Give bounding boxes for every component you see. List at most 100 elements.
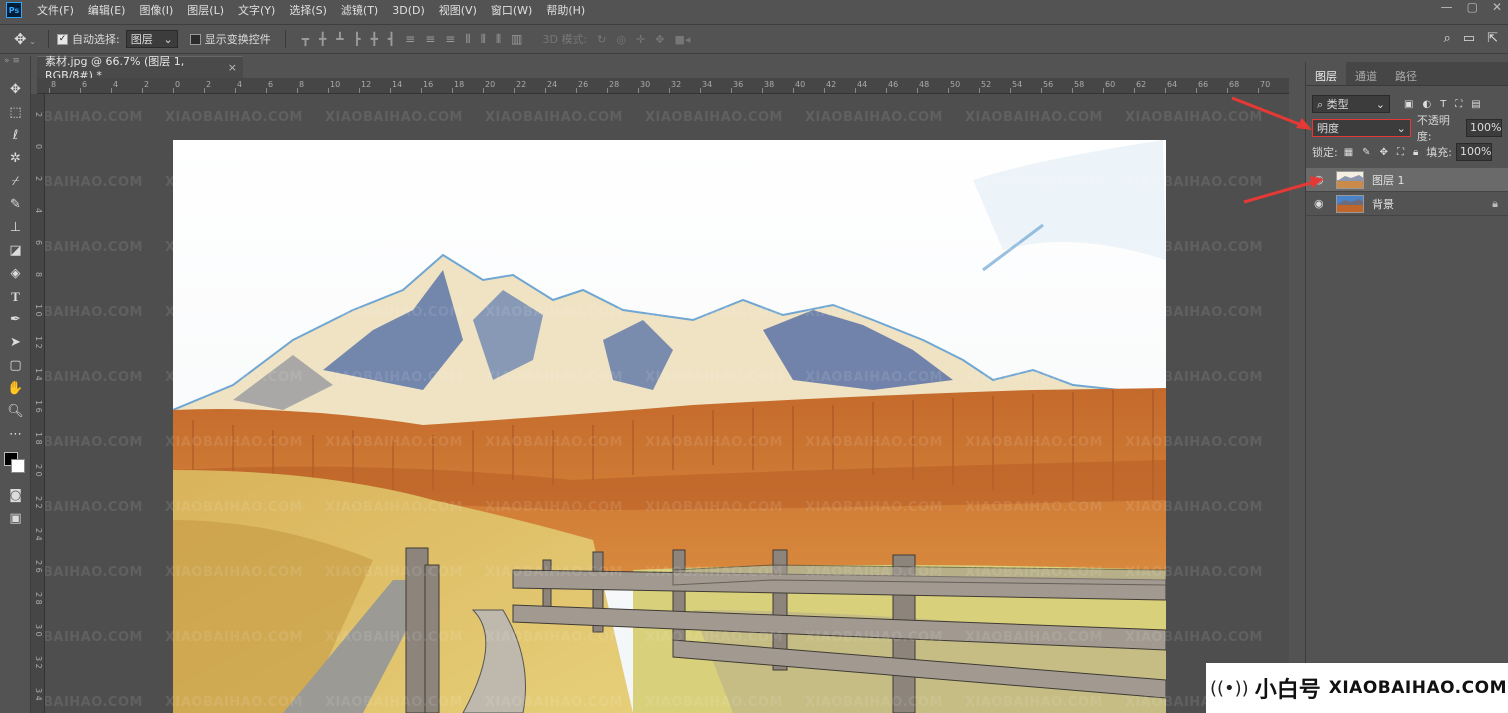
align-hcenter-icon[interactable]: ╋ [371,32,378,47]
magic-wand-tool-icon[interactable]: ✲ [0,147,31,170]
quick-mask-icon[interactable]: ◙ [0,484,31,507]
menu-select[interactable]: 选择(S) [282,2,334,18]
lock-position-icon[interactable]: ✥ [1380,147,1388,158]
color-swatches[interactable] [0,446,31,484]
share-icon[interactable]: ⇱ [1487,31,1498,46]
pixel-filter-icon[interactable]: ▣ [1404,99,1413,110]
annotation-arrow-blend [1231,96,1312,130]
menu-window[interactable]: 窗口(W) [484,2,539,18]
screen-mode-icon[interactable]: ▣ [0,507,31,530]
opacity-input[interactable]: 100% [1466,119,1502,137]
background-color[interactable] [11,459,25,473]
text-tool-icon[interactable]: T [0,285,31,308]
align-vcenter-icon[interactable]: ╋ [319,32,326,47]
ruler-tick [793,88,794,93]
ruler-tick [576,88,577,93]
ruler-tick-label: 8 [51,80,57,89]
menu-view[interactable]: 视图(V) [432,2,484,18]
distribute-vcenter-icon[interactable]: ≡ [425,32,435,47]
distribute-right-icon[interactable]: ⦀ [496,32,501,47]
blend-mode-dropdown[interactable]: 明度 ⌄ [1312,119,1411,137]
hand-tool-icon[interactable]: ✋ [0,377,31,400]
auto-select-dropdown[interactable]: 图层 ⌄ [125,30,178,48]
auto-align-icon[interactable]: ▥ [511,32,522,47]
auto-select-checkbox[interactable]: ✓ [57,33,68,45]
type-filter-icon[interactable]: T [1440,99,1446,110]
show-transform-checkbox[interactable] [189,33,201,45]
panel-tabs: 图层 通道 路径 [1306,62,1508,86]
align-right-icon[interactable]: ┫ [388,32,395,47]
lock-transparent-icon[interactable]: ▦ [1344,147,1353,158]
minimize-button[interactable]: — [1441,0,1453,14]
distribute-hcenter-icon[interactable]: ⦀ [481,32,486,47]
stamp-tool-icon[interactable]: ⊥ [0,216,31,239]
brush-tool-icon[interactable]: ✎ [0,193,31,216]
distribute-bottom-icon[interactable]: ≡ [445,32,455,47]
menu-layer[interactable]: 图层(L) [180,2,231,18]
3d-roll-icon[interactable]: ◎ [616,33,626,46]
more-tools-icon[interactable]: ⋯ [0,423,31,446]
lock-artboard-icon[interactable]: ⛶ [1397,147,1404,158]
3d-orbit-icon[interactable]: ↻ [597,33,606,46]
marquee-tool-icon[interactable]: ⬚ [0,101,31,124]
collapse-icon[interactable]: » ≡ [0,56,30,78]
menu-image[interactable]: 图像(I) [132,2,180,18]
align-top-icon[interactable]: ┳ [302,32,309,47]
pen-tool-icon[interactable]: ✒ [0,308,31,331]
maximize-button[interactable]: ▢ [1467,0,1478,14]
tab-channels[interactable]: 通道 [1346,62,1386,85]
eyedropper-tool-icon[interactable]: ⌿ [0,170,31,193]
align-bottom-icon[interactable]: ┻ [336,32,343,47]
canvas-area[interactable]: XIAOBAIHAO.COM XIAOBAIHAO.COM XIAOBAIHAO.C… [45,94,1289,713]
tab-layers[interactable]: 图层 [1306,62,1346,85]
shape-filter-icon[interactable]: ⛶ [1455,99,1462,110]
auto-select-value: 图层 [130,33,153,46]
layer-filter-dropdown[interactable]: ⌕ 类型 ⌄ [1312,95,1390,113]
3d-pan-icon[interactable]: ✛ [636,33,645,46]
ruler-tick-label: 3 0 [34,624,43,637]
paint-bucket-tool-icon[interactable]: ◈ [0,262,31,285]
3d-mode-label: 3D 模式: [542,33,588,46]
adjustment-filter-icon[interactable]: ◐ [1422,99,1431,110]
lock-paint-icon[interactable]: ✎ [1362,147,1370,158]
watermark-text: XIAOBAIHAO.COM [45,240,143,255]
distribute-left-icon[interactable]: ⦀ [465,32,470,47]
menu-type[interactable]: 文字(Y) [231,2,282,18]
layer-row-layer1[interactable]: ◉ 图层 1 [1306,168,1508,192]
layer-row-background[interactable]: ◉ 背景 🔒︎ [1306,192,1508,216]
workspace-icon[interactable]: ▭ [1463,31,1475,46]
menu-filter[interactable]: 滤镜(T) [334,2,385,18]
align-left-icon[interactable]: ┣ [353,32,360,47]
fill-input[interactable]: 100% [1456,143,1492,161]
menu-file[interactable]: 文件(F) [30,2,81,18]
lasso-tool-icon[interactable]: ℓ [0,124,31,147]
menu-edit[interactable]: 编辑(E) [81,2,133,18]
close-window-button[interactable]: ✕ [1492,0,1502,14]
watermark-text: XIAOBAIHAO.COM [485,110,623,125]
lock-all-icon[interactable]: 🔒︎ [1413,147,1418,158]
move-tool-icon[interactable]: ✥ ⌄ [14,30,40,48]
3d-scale-icon[interactable]: ■◂ [674,33,690,46]
tab-paths[interactable]: 路径 [1386,62,1426,85]
move-tool-icon[interactable]: ✥ [0,78,31,101]
menu-3d[interactable]: 3D(D) [385,4,432,17]
zoom-tool-icon[interactable]: 🔍︎ [0,400,31,423]
distribute-top-icon[interactable]: ≡ [405,32,415,47]
ruler-tick-label: 70 [1260,80,1271,89]
ruler-tick [1165,88,1166,93]
close-tab-icon[interactable]: × [228,61,237,74]
smart-object-filter-icon[interactable]: ▤ [1471,99,1480,110]
horizontal-ruler[interactable]: 8 6 4 2 0 2 4 6 8 10 12 14 16 18 20 22 24 26 28 30 32 34 36 38 4… [37,78,1289,94]
document-image[interactable] [173,140,1166,713]
menu-help[interactable]: 帮助(H) [539,2,592,18]
search-icon[interactable]: ⌕ [1444,31,1451,46]
auto-select-label: 自动选择: [72,33,120,46]
thumbnail-image [1337,195,1363,212]
eraser-tool-icon[interactable]: ◪ [0,239,31,262]
vertical-ruler[interactable]: 2 0 2 4 6 8 1 0 1 2 1 4 1 6 1 8 2 0 2 2 2 4 2 6 2 8 3 0 3… [31,94,45,713]
3d-slide-icon[interactable]: ✥ [655,33,664,46]
path-select-tool-icon[interactable]: ➤ [0,331,31,354]
ruler-tick-label: 4 [113,80,119,89]
document-tab[interactable]: 素材.jpg @ 66.7% (图层 1, RGB/8#) * × [37,55,243,82]
shape-tool-icon[interactable]: ▢ [0,354,31,377]
